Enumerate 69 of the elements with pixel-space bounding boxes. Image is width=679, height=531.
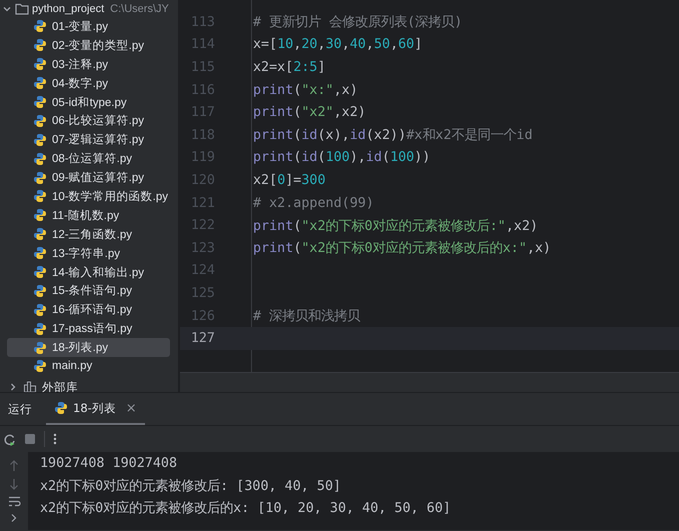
python-file-icon [33, 284, 47, 298]
file-item[interactable]: 14-输入和输出.py [7, 262, 170, 282]
library-icon [23, 381, 37, 392]
chevron-icon[interactable] [10, 513, 18, 523]
python-file-icon [33, 302, 47, 317]
more-icon[interactable] [53, 433, 57, 445]
python-file-icon [33, 57, 47, 72]
python-file-icon [33, 208, 47, 222]
file-item[interactable]: 06-比较运算符.py [7, 111, 170, 130]
code-line[interactable]: x2=x[2:5] [252, 60, 326, 75]
file-item[interactable]: 04-数字.py [7, 74, 170, 93]
output-line: x2的下标0对应的元素被修改后: [300, 40, 50] [40, 478, 342, 496]
panel-title: 运行 [8, 402, 32, 416]
file-item[interactable]: 01-变量.py [7, 17, 170, 36]
rerun-icon[interactable] [3, 432, 16, 446]
file-item[interactable]: main.py [7, 357, 170, 376]
folder-icon [15, 2, 29, 14]
project-name[interactable]: python_project [32, 2, 104, 14]
project-path: C:\Users\JY [110, 2, 169, 14]
stop-icon[interactable] [24, 433, 36, 445]
file-item[interactable]: 02-变量的类型.py [7, 36, 170, 55]
python-file-icon [33, 38, 47, 52]
python-file-icon [33, 265, 47, 280]
code-line[interactable]: print("x:",x) [252, 82, 358, 98]
soft-wrap-icon[interactable] [8, 496, 20, 507]
file-item[interactable]: 03-注释.py [7, 54, 170, 74]
file-item[interactable]: 16-循环语句.py [7, 300, 170, 320]
python-file-icon [33, 95, 47, 109]
run-tab[interactable]: 18-列表 × [46, 393, 145, 425]
python-file-icon [33, 114, 47, 128]
python-file-icon [33, 189, 47, 204]
close-tab-button[interactable]: × [126, 400, 137, 416]
python-file-icon [33, 152, 47, 166]
python-file-icon [33, 359, 47, 374]
code-line[interactable]: # x2.append(99) [252, 196, 374, 211]
file-item[interactable]: 11-随机数.py [7, 206, 170, 225]
code-line[interactable]: # 更新切片 会修改原列表(深拷贝) [252, 13, 462, 32]
file-item[interactable]: 07-逻辑运算符.py [7, 130, 170, 150]
code-line[interactable]: x=[10,20,30,40,50,60] [252, 37, 422, 52]
code-line[interactable]: x2[0]=300 [252, 172, 326, 188]
python-file-icon [33, 322, 47, 336]
output-line: 19027408 19027408 [40, 455, 178, 473]
python-file-icon [33, 19, 47, 34]
code-line[interactable]: print(id(x),id(x2))#x和x2不是同一个id [252, 126, 533, 144]
code-line[interactable]: # 深拷贝和浅拷贝 [252, 307, 360, 326]
python-file-icon [33, 132, 47, 147]
file-item[interactable]: 13-字符串.py [7, 244, 170, 263]
file-item[interactable]: 10-数学常用的函数.py [7, 187, 170, 206]
code-line[interactable]: print("x2的下标0对应的元素被修改后:",x2) [252, 216, 538, 235]
python-file-icon [33, 340, 47, 355]
code-line[interactable]: print("x2的下标0对应的元素被修改后的x:",x) [252, 239, 551, 258]
python-file-icon [33, 246, 47, 260]
output-line: x2的下标0对应的元素被修改后的x: [10, 20, 30, 40, 50, 60] [40, 500, 452, 518]
code-line[interactable]: print("x2",x2) [252, 105, 366, 120]
file-item[interactable]: 15-条件语句.py [7, 281, 170, 300]
file-item[interactable]: 18-列表.py [7, 338, 170, 358]
file-item[interactable]: 05-id和type.py [7, 92, 170, 112]
python-file-icon [33, 76, 47, 90]
python-file-icon [33, 227, 47, 242]
file-item[interactable]: 09-赋值运算符.py [7, 168, 170, 188]
chevron-icon[interactable] [8, 382, 18, 392]
code-line[interactable]: print(id(100),id(100)) [252, 150, 430, 166]
python-file-icon [54, 401, 68, 415]
python-file-icon [33, 170, 47, 185]
library-label[interactable]: 外部库 [42, 380, 78, 392]
file-item[interactable]: 17-pass语句.py [7, 319, 170, 338]
file-item[interactable]: 12-三角函数.py [7, 224, 170, 244]
file-item[interactable]: 08-位运算符.py [7, 149, 170, 168]
line-number: 127 [190, 331, 215, 346]
